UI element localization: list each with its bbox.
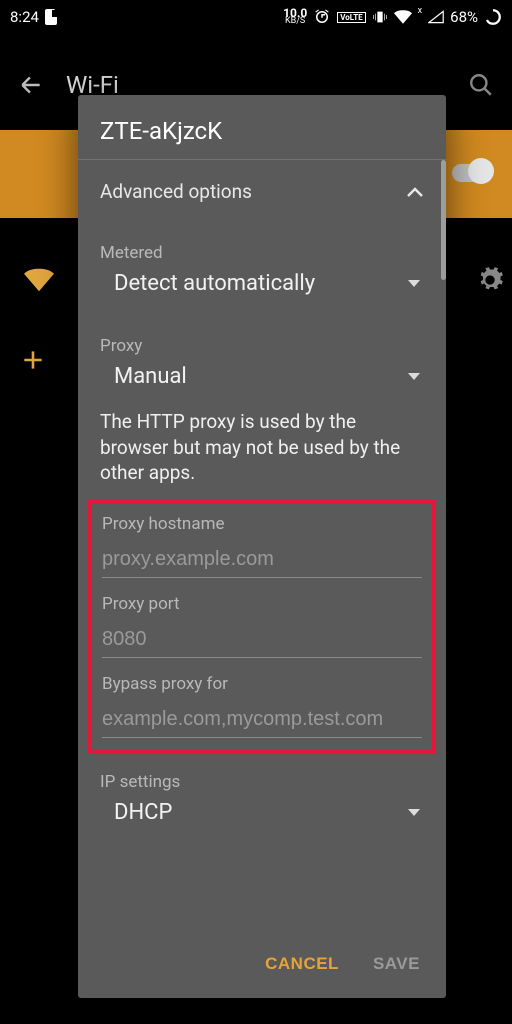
highlighted-proxy-fields: Proxy hostname Proxy port Bypass proxy f… [88, 500, 436, 754]
battery-circle-icon [484, 8, 502, 26]
ip-label: IP settings [100, 772, 424, 792]
gear-icon[interactable] [476, 266, 504, 294]
bypass-label: Bypass proxy for [102, 674, 422, 704]
chevron-down-icon [408, 373, 420, 380]
chevron-down-icon [408, 280, 420, 287]
dialog-body[interactable]: Advanced options Metered Detect automati… [78, 160, 446, 934]
dialog-actions: CANCEL SAVE [78, 934, 446, 998]
port-input[interactable] [102, 624, 422, 658]
volte-icon: VoLTE [337, 12, 365, 23]
proxy-value: Manual [114, 364, 187, 389]
cancel-button[interactable]: CANCEL [265, 954, 339, 974]
wifi-signal-icon [6, 268, 72, 292]
status-bar: 8:24 10.0 KB/S VoLTE x 68% [0, 0, 512, 34]
advanced-options-row[interactable]: Advanced options [78, 160, 446, 223]
hostname-field: Proxy hostname [102, 514, 422, 578]
wifi-icon [394, 10, 412, 24]
proxy-row[interactable]: Proxy Manual [78, 316, 446, 409]
plus-icon [20, 347, 46, 373]
ip-value: DHCP [114, 800, 172, 825]
chevron-up-icon [406, 186, 424, 198]
metered-label: Metered [100, 243, 424, 263]
save-button[interactable]: SAVE [373, 954, 420, 974]
chevron-down-icon [408, 809, 420, 816]
alarm-icon [313, 8, 331, 26]
advanced-options-label: Advanced options [100, 180, 252, 203]
sim-icon [45, 9, 59, 25]
hostname-label: Proxy hostname [102, 514, 422, 544]
scrollbar-thumb[interactable] [441, 160, 446, 280]
proxy-label: Proxy [100, 336, 424, 356]
wifi-toggle-knob[interactable] [468, 158, 494, 184]
dialog-title: ZTE-aKjzcK [78, 95, 446, 160]
port-label: Proxy port [102, 594, 422, 624]
x-badge: x [418, 6, 422, 16]
signal-icon [428, 10, 444, 24]
battery-percent: 68% [450, 8, 478, 26]
proxy-help-text: The HTTP proxy is used by the browser bu… [78, 409, 446, 500]
vibrate-icon [372, 9, 388, 25]
metered-value: Detect automatically [114, 271, 315, 296]
clock: 8:24 [10, 8, 39, 26]
bypass-field: Bypass proxy for [102, 674, 422, 738]
port-field: Proxy port [102, 594, 422, 658]
back-arrow-icon[interactable] [18, 72, 44, 98]
ip-settings-row[interactable]: IP settings DHCP [78, 768, 446, 845]
wifi-config-dialog: ZTE-aKjzcK Advanced options Metered Dete… [78, 95, 446, 998]
metered-row[interactable]: Metered Detect automatically [78, 223, 446, 316]
hostname-input[interactable] [102, 544, 422, 578]
search-icon[interactable] [468, 72, 494, 98]
bypass-input[interactable] [102, 704, 422, 738]
network-speed: 10.0 KB/S [283, 9, 307, 26]
